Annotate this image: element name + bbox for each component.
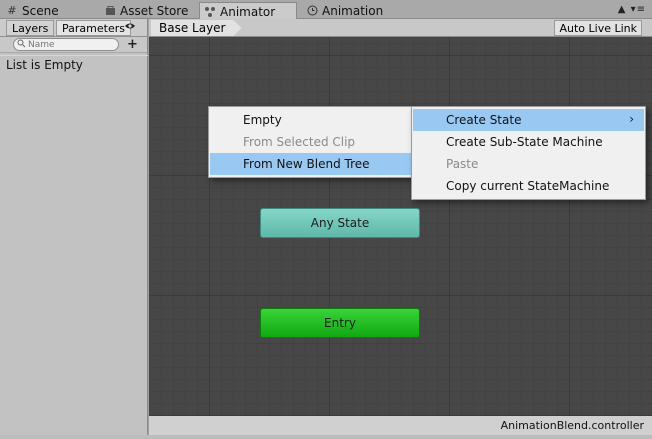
canvas-footer: AnimationBlend.controller: [149, 416, 652, 435]
menu-item-copy-current-statemachine[interactable]: Copy current StateMachine: [413, 175, 644, 197]
tab-animation-label: Animation: [322, 3, 384, 18]
window-controls[interactable]: ▲ ▾≡: [618, 4, 646, 15]
menu-item-label: Paste: [446, 157, 479, 171]
parameters-panel: Layers Parameters Name + List is Empty: [0, 19, 148, 439]
search-icon: [17, 39, 26, 51]
canvas-context-menu: Create State › Create Sub-State Machine …: [411, 106, 646, 200]
menu-item-label: Empty: [243, 113, 282, 127]
menu-item-label: From Selected Clip: [243, 135, 356, 149]
tab-layers[interactable]: Layers: [6, 20, 55, 36]
menu-item-create-state[interactable]: Create State ›: [413, 109, 644, 131]
tab-asset-store-label: Asset Store: [120, 3, 189, 18]
menu-item-label: Copy current StateMachine: [446, 179, 610, 193]
canvas-toolbar: Base Layer Auto Live Link: [149, 19, 652, 37]
clock-icon: [306, 5, 318, 17]
menu-item-from-selected-clip: From Selected Clip: [210, 131, 411, 153]
eye-icon[interactable]: [124, 21, 136, 34]
grid-icon: #: [7, 4, 17, 17]
tab-scene-label: Scene: [22, 3, 59, 18]
menu-item-create-sub-state-machine[interactable]: Create Sub-State Machine: [413, 131, 644, 153]
search-input[interactable]: Name: [13, 38, 119, 51]
menu-item-empty[interactable]: Empty: [210, 109, 411, 131]
divider: [0, 55, 148, 56]
bottom-strip: [0, 435, 652, 439]
tab-animation[interactable]: Animation: [302, 2, 389, 19]
tab-animator-label: Animator: [220, 4, 276, 19]
auto-live-link-button[interactable]: Auto Live Link: [554, 20, 642, 36]
animator-icon: [204, 6, 216, 18]
tab-scene[interactable]: # Scene: [2, 2, 65, 19]
chevron-right-icon: ›: [629, 112, 634, 126]
menu-item-label: From New Blend Tree: [243, 157, 370, 171]
empty-list-label: List is Empty: [6, 58, 83, 72]
tab-animator[interactable]: Animator: [199, 2, 297, 20]
menu-item-label: Create State: [446, 113, 522, 127]
menu-item-from-new-blend-tree[interactable]: From New Blend Tree: [210, 153, 411, 175]
search-placeholder: Name: [28, 39, 55, 50]
menu-item-label: Create Sub-State Machine: [446, 135, 603, 149]
editor-tab-strip: # Scene Asset Store Animator Animation ▲…: [0, 0, 652, 20]
breadcrumb-base-layer[interactable]: Base Layer: [151, 20, 242, 36]
left-panel-tabs: Layers Parameters: [0, 19, 147, 37]
menu-item-paste: Paste: [413, 153, 644, 175]
entry-node[interactable]: Entry: [260, 308, 420, 338]
shopping-bag-icon: [104, 5, 116, 17]
tab-parameters[interactable]: Parameters: [56, 20, 131, 36]
tab-asset-store[interactable]: Asset Store: [100, 2, 194, 19]
controller-filename: AnimationBlend.controller: [500, 419, 644, 432]
add-parameter-button[interactable]: +: [127, 37, 138, 52]
create-state-submenu: Empty From Selected Clip From New Blend …: [208, 106, 413, 178]
search-row: Name +: [0, 37, 147, 53]
any-state-node[interactable]: Any State: [260, 208, 420, 238]
